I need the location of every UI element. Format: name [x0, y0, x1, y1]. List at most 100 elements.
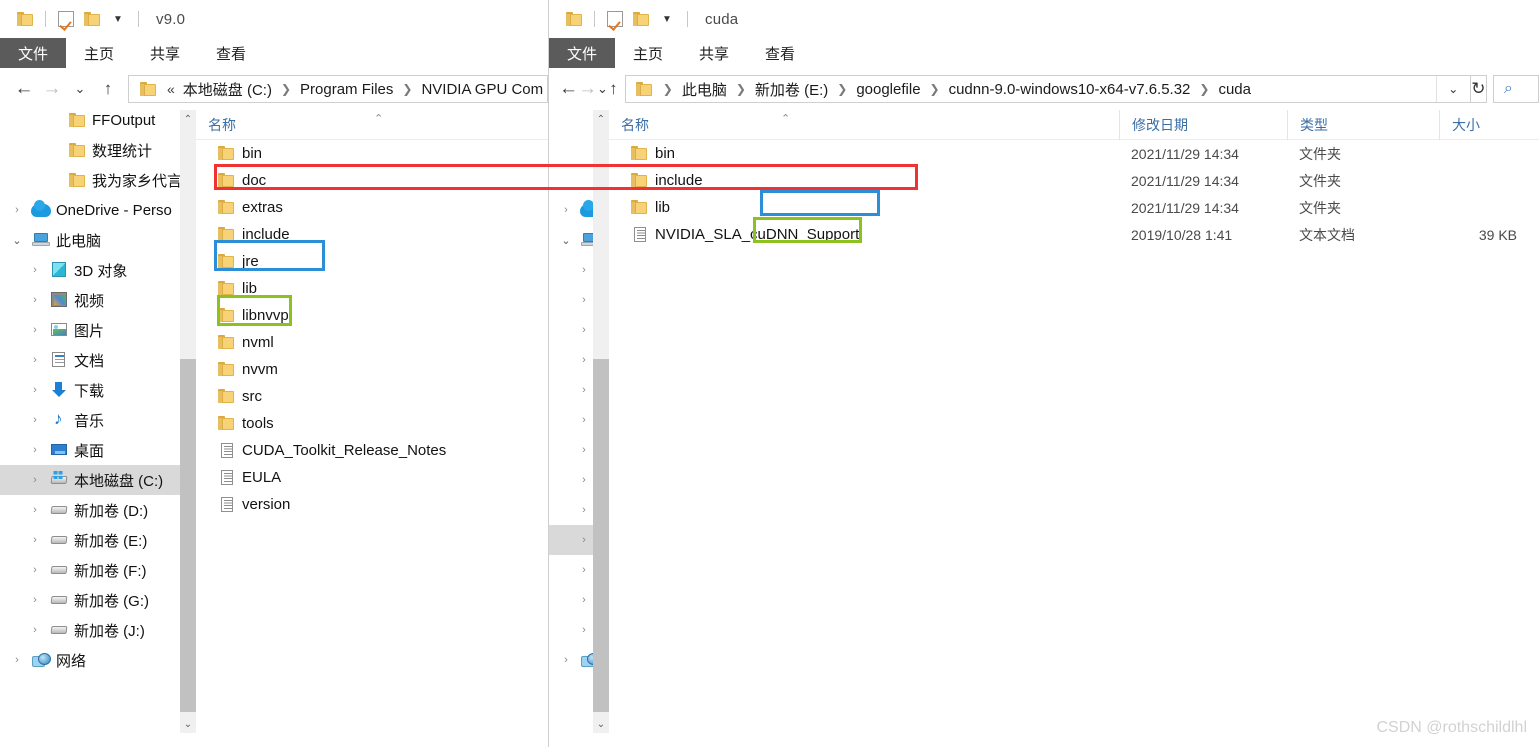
folder-icon[interactable]	[628, 6, 654, 32]
table-row[interactable]: version	[196, 491, 548, 518]
table-row[interactable]: NVIDIA_SLA_cuDNN_Support 2019/10/28 1:41 文…	[609, 221, 1539, 248]
file-name-cell[interactable]: libnvvp	[196, 307, 548, 324]
table-row[interactable]: tools	[196, 410, 548, 437]
tab-share[interactable]: 共享	[681, 38, 747, 68]
file-name-cell[interactable]: doc	[196, 172, 548, 189]
back-button[interactable]: ←	[10, 75, 38, 103]
file-name-cell[interactable]: nvvm	[196, 361, 548, 378]
chevron-right-icon[interactable]: ›	[573, 474, 595, 486]
recent-locations-button[interactable]: ⌄	[66, 75, 94, 103]
nav-item-7[interactable]: › 图片	[0, 315, 180, 345]
chevron-right-icon[interactable]: ›	[24, 384, 46, 396]
recent-locations-button[interactable]: ⌄	[597, 75, 608, 103]
file-name-cell[interactable]: lib	[196, 280, 548, 297]
address-bar[interactable]: « 本地磁盘 (C:) ❯ Program Files ❯ NVIDIA GPU…	[128, 75, 548, 103]
forward-button[interactable]: →	[578, 75, 597, 103]
breadcrumb-4[interactable]: cuda	[1216, 81, 1253, 98]
chevron-right-icon[interactable]: ›	[24, 444, 46, 456]
table-row[interactable]: CUDA_Toolkit_Release_Notes	[196, 437, 548, 464]
chevron-right-icon[interactable]: ›	[573, 504, 595, 516]
table-row[interactable]: jre	[196, 248, 548, 275]
file-name-cell[interactable]: nvml	[196, 334, 548, 351]
nav-item-11[interactable]: › 桌面	[0, 435, 180, 465]
nav-item-17[interactable]: › 新加卷 (J:)	[0, 615, 180, 645]
chevron-right-icon[interactable]: ›	[573, 324, 595, 336]
address-dropdown-icon[interactable]: ⌄	[1435, 76, 1470, 102]
chevron-right-icon[interactable]: ›	[573, 384, 595, 396]
chevron-right-icon[interactable]: ›	[24, 324, 46, 336]
right-nav-scrollbar[interactable]: ⌃ ⌄	[593, 110, 609, 733]
scrollbar-thumb[interactable]	[180, 359, 196, 712]
breadcrumb-1[interactable]: 新加卷 (E:)	[753, 79, 830, 100]
column-header-name[interactable]: 名称	[196, 110, 548, 140]
chevron-right-icon[interactable]: ›	[573, 534, 595, 546]
nav-item-2[interactable]: 我为家乡代言	[0, 165, 182, 195]
column-header-modified[interactable]: 修改日期	[1119, 109, 1287, 140]
table-row[interactable]: bin 2021/11/29 14:34 文件夹	[609, 140, 1539, 167]
tab-home[interactable]: 主页	[615, 38, 681, 68]
overflow-chevrons-icon[interactable]: «	[159, 81, 181, 97]
back-button[interactable]: ←	[559, 75, 578, 103]
nav-item-14[interactable]: › 新加卷 (E:)	[0, 525, 180, 555]
nav-item-5[interactable]: › 3D 对象	[0, 255, 180, 285]
tab-home[interactable]: 主页	[66, 38, 132, 68]
tab-file[interactable]: 文件	[549, 38, 616, 68]
table-row[interactable]: extras	[196, 194, 548, 221]
table-row[interactable]: EULA	[196, 464, 548, 491]
tab-view[interactable]: 查看	[198, 38, 264, 68]
table-row[interactable]: lib	[196, 275, 548, 302]
chevron-right-icon[interactable]: ›	[6, 654, 28, 666]
chevron-right-icon[interactable]: ›	[573, 414, 595, 426]
breadcrumb-0[interactable]: 此电脑	[680, 79, 729, 100]
nav-item-15[interactable]: › 新加卷 (F:)	[0, 555, 180, 585]
chevron-right-icon[interactable]: ›	[24, 414, 46, 426]
column-header-size[interactable]: 大小	[1439, 109, 1539, 140]
chevron-right-icon[interactable]: ›	[24, 624, 46, 636]
chevron-right-icon[interactable]: ›	[24, 354, 46, 366]
refresh-button[interactable]: ↻	[1470, 75, 1487, 103]
file-name-cell[interactable]: bin	[609, 145, 1119, 162]
up-button[interactable]: ↑	[608, 75, 619, 103]
file-name-cell[interactable]: bin	[196, 145, 548, 162]
breadcrumb-1[interactable]: Program Files	[298, 81, 395, 98]
file-name-cell[interactable]: src	[196, 388, 548, 405]
column-header-type[interactable]: 类型	[1287, 109, 1439, 140]
nav-item-3[interactable]: › OneDrive - Perso	[0, 195, 180, 225]
chevron-right-icon[interactable]: ›	[555, 654, 577, 666]
file-name-cell[interactable]: EULA	[196, 469, 548, 486]
nav-item-18[interactable]: › 网络	[0, 645, 180, 675]
chevron-right-icon[interactable]: ›	[24, 564, 46, 576]
nav-item-1[interactable]: 数理统计	[0, 135, 180, 165]
breadcrumb-2[interactable]: NVIDIA GPU Com	[419, 81, 545, 98]
chevron-right-icon[interactable]: ›	[573, 444, 595, 456]
chevron-right-icon[interactable]: ›	[573, 294, 595, 306]
forward-button[interactable]: →	[38, 75, 66, 103]
nav-item-12[interactable]: › 本地磁盘 (C:)	[0, 465, 180, 495]
breadcrumb-2[interactable]: googlefile	[854, 81, 922, 98]
column-header-name[interactable]: 名称	[609, 110, 1119, 140]
chevron-right-icon[interactable]: ›	[24, 594, 46, 606]
file-name-cell[interactable]: NVIDIA_SLA_cuDNN_Support	[609, 226, 1119, 243]
chevron-down-icon[interactable]: ⌄	[555, 234, 577, 247]
chevron-right-icon[interactable]: ›	[573, 594, 595, 606]
chevron-right-icon[interactable]: ›	[6, 204, 28, 216]
chevron-right-icon[interactable]: ›	[573, 354, 595, 366]
chevron-right-icon[interactable]: ›	[573, 264, 595, 276]
nav-item-10[interactable]: › ♪ 音乐	[0, 405, 180, 435]
address-bar[interactable]: ❯ 此电脑 ❯ 新加卷 (E:) ❯ googlefile ❯ cudnn-9.…	[624, 75, 1471, 103]
file-name-cell[interactable]: jre	[196, 253, 548, 270]
chevron-right-icon[interactable]: ›	[24, 504, 46, 516]
chevron-down-icon[interactable]: ▼	[105, 6, 131, 32]
file-name-cell[interactable]: tools	[196, 415, 548, 432]
breadcrumb-0[interactable]: 本地磁盘 (C:)	[181, 79, 274, 100]
folder-icon[interactable]	[561, 6, 587, 32]
tab-share[interactable]: 共享	[132, 38, 198, 68]
table-row[interactable]: nvvm	[196, 356, 548, 383]
chevron-right-icon[interactable]: ›	[24, 294, 46, 306]
nav-item-8[interactable]: › 文档	[0, 345, 180, 375]
scroll-up-arrow-icon[interactable]: ⌃	[593, 110, 609, 128]
scroll-up-arrow-icon[interactable]: ⌃	[180, 110, 196, 128]
chevron-right-icon[interactable]: ›	[573, 564, 595, 576]
checkbox-icon[interactable]	[602, 6, 628, 32]
scroll-down-arrow-icon[interactable]: ⌄	[593, 715, 609, 733]
